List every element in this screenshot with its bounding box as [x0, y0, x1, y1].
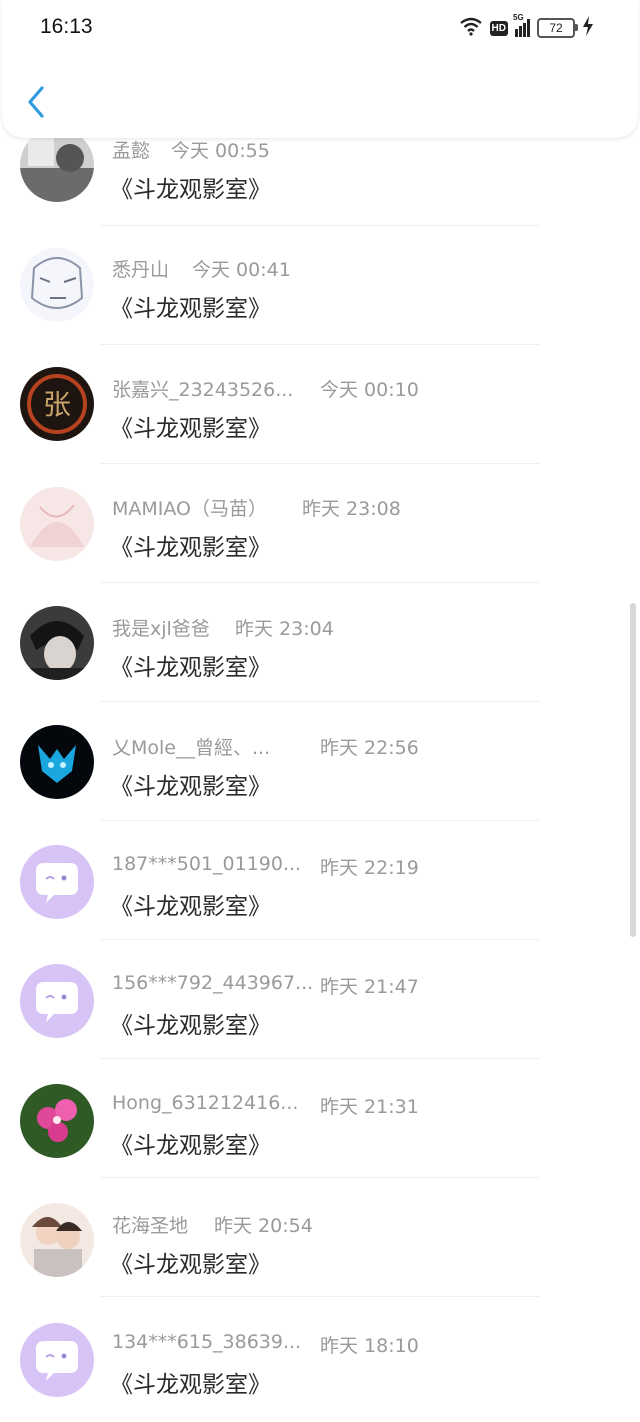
commenter-name[interactable]: MAMIAO（马苗）	[112, 494, 267, 521]
list-item[interactable]: 134***615_38639... 昨天 18:10 《斗龙观影室》	[0, 1299, 640, 1418]
avatar[interactable]	[20, 725, 94, 799]
list-item[interactable]: 乂Mole__曾經、... 昨天 22:56 《斗龙观影室》	[0, 704, 640, 823]
list-item[interactable]: 花海圣地 昨天 20:54 《斗龙观影室》	[0, 1180, 640, 1299]
comment-text: 《斗龙观影室》	[110, 416, 271, 442]
charging-icon	[582, 16, 594, 40]
avatar[interactable]	[20, 128, 94, 202]
list-item[interactable]: Hong_631212416... 昨天 21:31 《斗龙观影室》	[0, 1061, 640, 1180]
avatar[interactable]	[20, 487, 94, 561]
commenter-name[interactable]: 我是xjl爸爸	[112, 614, 210, 641]
commenter-name[interactable]: 134***615_38639...	[112, 1331, 301, 1353]
status-icons: HD 5G 72	[459, 13, 594, 40]
back-button[interactable]	[22, 84, 50, 124]
comment-time: 今天 00:41	[192, 259, 291, 281]
chevron-left-icon	[26, 85, 46, 123]
list-item[interactable]: MAMIAO（马苗） 昨天 23:08 《斗龙观影室》	[0, 466, 640, 585]
avatar[interactable]	[20, 248, 94, 322]
avatar[interactable]	[20, 1323, 94, 1397]
comment-text: 《斗龙观影室》	[110, 535, 271, 561]
network-type: 5G	[513, 13, 524, 22]
status-time: 16:13	[40, 15, 93, 38]
divider	[100, 701, 540, 702]
comment-text: 《斗龙观影室》	[110, 894, 271, 920]
signal-icon: 5G	[513, 13, 530, 37]
hd-icon: HD	[489, 20, 508, 36]
wifi-icon	[459, 16, 483, 40]
comment-time: 昨天 21:31	[320, 1096, 419, 1118]
avatar[interactable]	[20, 1203, 94, 1277]
list-item[interactable]: 156***792_443967... 昨天 21:47 《斗龙观影室》	[0, 942, 640, 1061]
commenter-name[interactable]: Hong_631212416...	[112, 1092, 298, 1114]
comment-text: 《斗龙观影室》	[110, 177, 271, 203]
commenter-name[interactable]: 悉丹山	[112, 255, 169, 282]
avatar[interactable]: 张	[20, 367, 94, 441]
divider	[100, 1177, 540, 1178]
comment-time: 今天 00:55	[171, 140, 270, 162]
avatar[interactable]	[20, 606, 94, 680]
comment-text: 《斗龙观影室》	[110, 774, 271, 800]
comment-time: 昨天 20:54	[214, 1215, 313, 1237]
list-item[interactable]: 悉丹山 今天 00:41 《斗龙观影室》	[0, 228, 640, 347]
comment-time: 昨天 23:04	[235, 618, 334, 640]
comment-text: 《斗龙观影室》	[110, 296, 271, 322]
comment-text: 《斗龙观影室》	[110, 1133, 271, 1159]
scrollbar[interactable]	[630, 603, 636, 937]
avatar[interactable]	[20, 845, 94, 919]
avatar[interactable]	[20, 964, 94, 1038]
divider	[100, 225, 540, 226]
battery-icon: 72	[537, 18, 578, 38]
list-item[interactable]: 我是xjl爸爸 昨天 23:04 《斗龙观影室》	[0, 585, 640, 704]
svg-text:张: 张	[43, 388, 71, 421]
comment-time: 昨天 22:56	[320, 737, 419, 759]
comment-time: 今天 00:10	[320, 379, 419, 401]
divider	[100, 820, 540, 821]
status-bar: 16:13 HD 5G 72	[2, 0, 638, 56]
commenter-name[interactable]: 乂Mole__曾經、...	[112, 733, 270, 760]
comment-text: 《斗龙观影室》	[110, 1252, 271, 1278]
divider	[100, 939, 540, 940]
comment-time: 昨天 23:08	[302, 498, 401, 520]
header-bar: 16:13 HD 5G 72	[2, 0, 638, 138]
comment-time: 昨天 21:47	[320, 976, 419, 998]
commenter-name[interactable]: 花海圣地	[112, 1211, 188, 1238]
commenter-name[interactable]: 156***792_443967...	[112, 972, 313, 994]
divider	[100, 582, 540, 583]
comment-text: 《斗龙观影室》	[110, 1013, 271, 1039]
divider	[100, 463, 540, 464]
battery-level: 72	[549, 21, 563, 35]
divider	[100, 1058, 540, 1059]
divider	[100, 1296, 540, 1297]
divider	[100, 344, 540, 345]
comment-time: 昨天 22:19	[320, 857, 419, 879]
comment-text: 《斗龙观影室》	[110, 1372, 271, 1398]
comment-text: 《斗龙观影室》	[110, 655, 271, 681]
commenter-name[interactable]: 张嘉兴_23243526...	[112, 375, 293, 402]
avatar[interactable]	[20, 1084, 94, 1158]
comment-time: 昨天 18:10	[320, 1335, 419, 1357]
list-item[interactable]: 张 张嘉兴_23243526... 今天 00:10 《斗龙观影室》	[0, 347, 640, 466]
list-item[interactable]: 187***501_01190... 昨天 22:19 《斗龙观影室》	[0, 823, 640, 942]
commenter-name[interactable]: 187***501_01190...	[112, 853, 301, 875]
commenter-name[interactable]: 孟懿	[112, 136, 150, 163]
